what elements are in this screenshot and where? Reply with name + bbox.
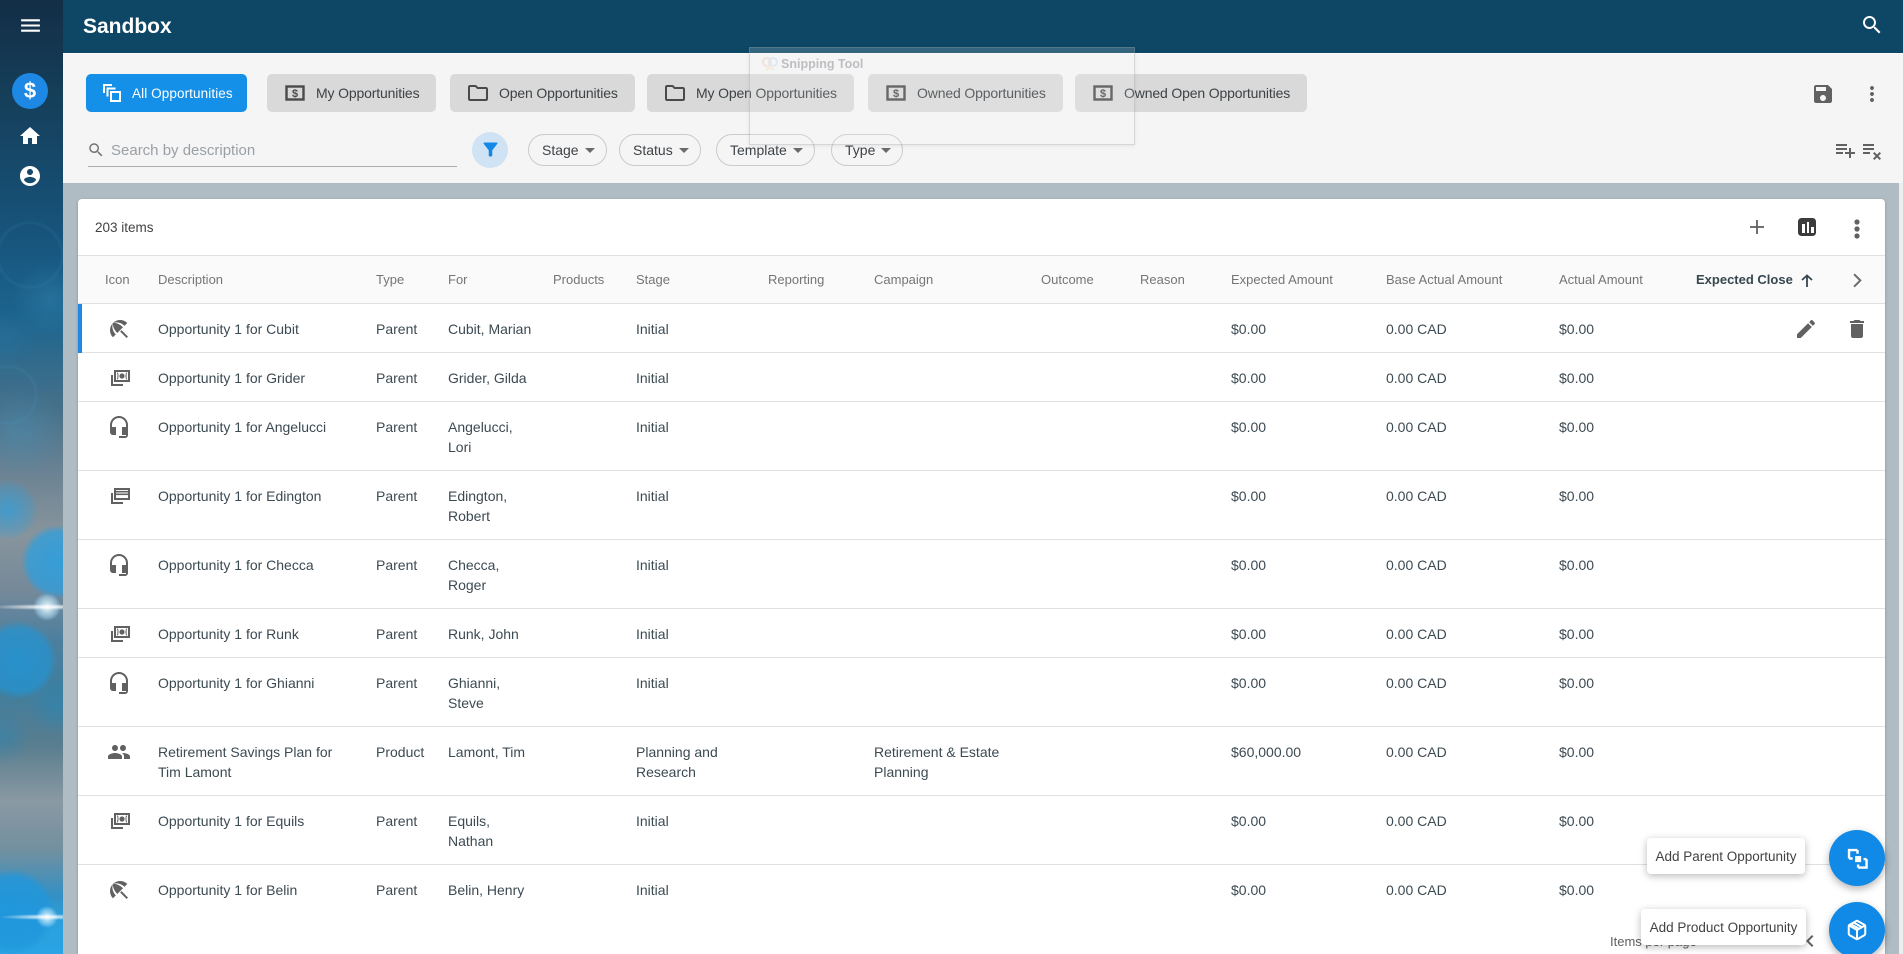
svg-text:$: $ — [292, 88, 298, 100]
